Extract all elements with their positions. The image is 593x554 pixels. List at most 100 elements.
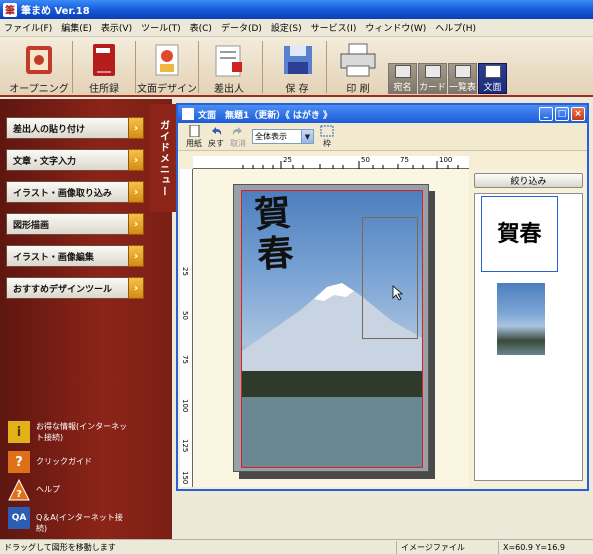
design-canvas[interactable]: 賀春: [193, 169, 469, 487]
floppy-icon: [274, 42, 320, 78]
ruler-v-label: 25: [181, 267, 189, 276]
address-book-icon: [81, 42, 127, 78]
sender-button[interactable]: 差出人: [203, 39, 255, 95]
menu-edit[interactable]: 編集(E): [61, 21, 92, 34]
chevron-right-icon: ›: [128, 117, 144, 139]
nenga-calligraphy[interactable]: 賀春: [249, 192, 298, 276]
question-icon: ?: [8, 451, 30, 473]
ruler-h-label: 100: [439, 156, 453, 164]
info-icon: i: [8, 421, 30, 443]
ruler-v-label: 50: [181, 311, 189, 320]
mode-address-icon: [394, 65, 411, 78]
frame-button[interactable]: 枠: [320, 125, 334, 149]
material-thumb-nenga[interactable]: 賀春: [481, 196, 558, 272]
redo-icon: [231, 125, 245, 137]
menu-tools[interactable]: ツール(T): [141, 21, 181, 34]
guide-item-image-edit[interactable]: イラスト・画像編集 ›: [6, 245, 144, 267]
cursor-arrow-icon: [392, 285, 404, 301]
svg-text:?: ?: [16, 489, 22, 500]
material-list[interactable]: 賀春: [474, 193, 583, 481]
status-bar: ドラッグして図形を移動します イメージファイル X=60.9 Y=16.9: [0, 539, 593, 554]
chevron-down-icon: ▼: [301, 130, 313, 143]
maximize-button[interactable]: □: [555, 107, 569, 121]
title-bar: 筆 筆まめ Ver.18: [0, 0, 593, 19]
opening-button[interactable]: オープニング: [8, 39, 70, 95]
info-link-help[interactable]: ? ヘルプ: [8, 479, 133, 501]
fuji-photo[interactable]: 賀春: [241, 190, 423, 468]
undo-icon: [209, 125, 223, 137]
menu-data[interactable]: データ(D): [221, 21, 262, 34]
menu-service[interactable]: サービス(I): [311, 21, 357, 34]
horizontal-ruler: 25 50 75 100: [193, 156, 469, 169]
toolbar-divider: [198, 41, 199, 93]
close-button[interactable]: ×: [571, 107, 585, 121]
material-thumb-photo[interactable]: [497, 283, 545, 355]
design-button[interactable]: 文面デザイン: [137, 39, 197, 95]
chevron-right-icon: ›: [128, 149, 144, 171]
ruler-h-label: 50: [361, 156, 370, 164]
mode-list-icon: [454, 65, 471, 78]
frame-icon: [320, 125, 334, 137]
info-link-deals[interactable]: i お得な情報(インターネット接続): [8, 421, 133, 443]
toolbar-divider: [72, 41, 73, 93]
toolbar-divider: [262, 41, 263, 93]
ruler-v-label: 75: [181, 355, 189, 364]
mode-address-button[interactable]: 宛名: [388, 63, 417, 94]
menu-bar: ファイル(F) 編集(E) 表示(V) ツール(T) 表(C) データ(D) 設…: [0, 19, 593, 37]
mode-design-button[interactable]: 文面: [478, 63, 507, 94]
mode-list-button[interactable]: 一覧表: [448, 63, 477, 94]
help-icon: ?: [8, 479, 30, 501]
menu-settings[interactable]: 設定(S): [271, 21, 302, 34]
material-panel: 絞り込み 賀春: [470, 169, 587, 487]
menu-help[interactable]: ヘルプ(H): [435, 21, 476, 34]
toolbar-divider: [326, 41, 327, 93]
ruler-h-label: 75: [400, 156, 409, 164]
document-window: 文面 無題1（更新）《 はがき 》 _ □ × 用紙 戻す 取消 全体表示 ▼ …: [176, 103, 589, 491]
selection-frame[interactable]: [362, 217, 418, 339]
guide-item-text-input[interactable]: 文章・文字入力 ›: [6, 149, 144, 171]
main-toolbar: オープニング 住所録 文面デザイン 差出人 保 存 印 刷 宛名 カード 一覧表…: [0, 37, 593, 97]
guide-menu-tab[interactable]: ガイドメニュー: [150, 104, 176, 212]
printer-icon: [335, 42, 381, 78]
document-toolbar: 用紙 戻す 取消 全体表示 ▼ 枠: [178, 123, 587, 151]
ruler-v-label: 125: [181, 439, 189, 453]
chevron-right-icon: ›: [128, 245, 144, 267]
app-icon: 筆: [3, 2, 17, 17]
guide-item-recommended-tools[interactable]: おすすめデザインツール ›: [6, 277, 144, 299]
postcard: 賀春: [233, 184, 429, 472]
mode-card-button[interactable]: カード: [418, 63, 447, 94]
filter-button[interactable]: 絞り込み: [474, 173, 583, 188]
save-button[interactable]: 保 存: [270, 39, 324, 95]
guide-item-image-import[interactable]: イラスト・画像取り込み ›: [6, 181, 144, 203]
paper-icon: [187, 124, 201, 137]
sender-icon: [206, 42, 252, 78]
paper-button[interactable]: 用紙: [186, 124, 202, 149]
zoom-select[interactable]: 全体表示 ▼: [252, 129, 314, 144]
guide-item-shape-draw[interactable]: 図形描画 ›: [6, 213, 144, 235]
ruler-h-label: 25: [283, 156, 292, 164]
menu-table[interactable]: 表(C): [190, 21, 212, 34]
print-button[interactable]: 印 刷: [330, 39, 386, 95]
guide-item-sender-paste[interactable]: 差出人の貼り付け ›: [6, 117, 144, 139]
mode-card-icon: [424, 65, 441, 78]
app-title: 筆まめ Ver.18: [21, 6, 90, 17]
info-link-click-guide[interactable]: ? クリックガイド: [8, 451, 133, 473]
menu-view[interactable]: 表示(V): [101, 21, 132, 34]
menu-window[interactable]: ウィンドウ(W): [365, 21, 426, 34]
vertical-ruler: 25 50 75 100 125 150: [180, 169, 193, 487]
menu-file[interactable]: ファイル(F): [4, 21, 52, 34]
mode-design-icon: [484, 65, 501, 78]
undo-button[interactable]: 戻す: [208, 125, 224, 149]
ruler-v-label: 150: [181, 471, 189, 485]
status-file-type: イメージファイル: [396, 540, 498, 554]
info-link-qa[interactable]: QA Q＆A(インターネット接続): [8, 507, 133, 534]
document-title-bar: 文面 無題1（更新）《 はがき 》 _ □ ×: [178, 105, 587, 123]
minimize-button[interactable]: _: [539, 107, 553, 121]
ruler-v-label: 100: [181, 399, 189, 413]
qa-icon: QA: [8, 507, 30, 529]
chevron-right-icon: ›: [128, 213, 144, 235]
doc-icon: [182, 108, 194, 120]
toolbar-divider: [135, 41, 136, 93]
address-book-button[interactable]: 住所録: [76, 39, 132, 95]
cancel-button[interactable]: 取消: [230, 125, 246, 149]
